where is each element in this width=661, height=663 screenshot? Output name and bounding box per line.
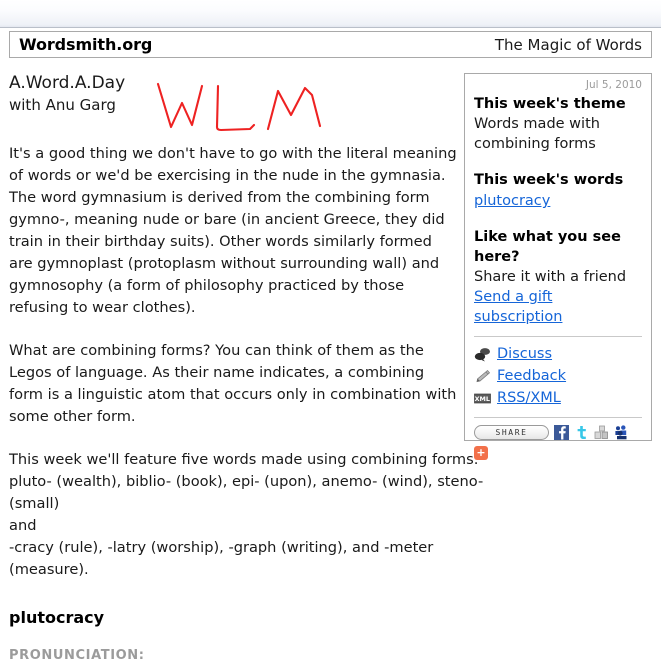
headword: plutocracy [9, 608, 105, 627]
speech-bubbles-icon [474, 347, 490, 361]
rss-xml-link[interactable]: RSS/XML [497, 390, 561, 406]
page-canvas: Wordsmith.org The Magic of Words A.Word.… [0, 29, 661, 663]
share-bar: SHARE [474, 425, 642, 440]
sidebar-panel: Jul 5, 2010 This week's theme Words made… [464, 73, 652, 460]
page-title: A.Word.A.Day [9, 73, 126, 93]
sidebar-link-row-rss[interactable]: XML RSS/XML [474, 387, 642, 409]
sidebar-date: Jul 5, 2010 [585, 79, 642, 91]
author-byline: with Anu Garg [9, 96, 116, 114]
twitter-icon[interactable] [574, 425, 589, 440]
article-paragraph-1: It's a good thing we don't have to go wi… [9, 145, 457, 316]
sidebar-words-heading: This week's words [474, 172, 624, 188]
sidebar-link-row-discuss[interactable]: Discuss [474, 343, 642, 365]
share-button[interactable]: SHARE [474, 425, 549, 440]
sidebar-promo-heading: Like what you see here? [474, 229, 621, 265]
article-paragraph-3: This week we'll feature five words made … [9, 451, 484, 578]
sidebar-link-row-feedback[interactable]: Feedback [474, 365, 642, 387]
sidebar-word-link-plutocracy[interactable]: plutocracy [474, 191, 550, 211]
article-paragraph-2: What are combining forms? You can think … [9, 342, 457, 425]
myspace-icon[interactable] [614, 425, 629, 440]
delicious-icon[interactable] [594, 425, 609, 440]
share-divider [474, 417, 642, 418]
pronunciation-label: PRONUNCIATION: [9, 648, 145, 663]
sidebar-theme-text: Words made with combining forms [474, 116, 600, 152]
svg-text:XML: XML [475, 395, 490, 403]
xml-badge-icon: XML [474, 393, 491, 403]
site-tagline: The Magic of Words [494, 35, 642, 54]
sidebar-promo-text: Share it with a friend [474, 269, 627, 285]
pencil-icon [476, 369, 491, 382]
addthis-plus-button[interactable]: + [474, 446, 488, 460]
feedback-link[interactable]: Feedback [497, 368, 566, 384]
site-masthead: Wordsmith.org The Magic of Words [9, 31, 652, 58]
site-title[interactable]: Wordsmith.org [19, 35, 152, 54]
browser-chrome-strip [0, 0, 661, 28]
sidebar-divider [474, 336, 642, 337]
gift-subscription-link[interactable]: Send a gift subscription [474, 287, 642, 327]
article-column: A.Word.A.Day with Anu Garg It's a good t… [9, 73, 483, 663]
facebook-icon[interactable] [554, 425, 569, 440]
sidebar-theme-heading: This week's theme [474, 96, 626, 112]
discuss-link[interactable]: Discuss [497, 346, 552, 362]
